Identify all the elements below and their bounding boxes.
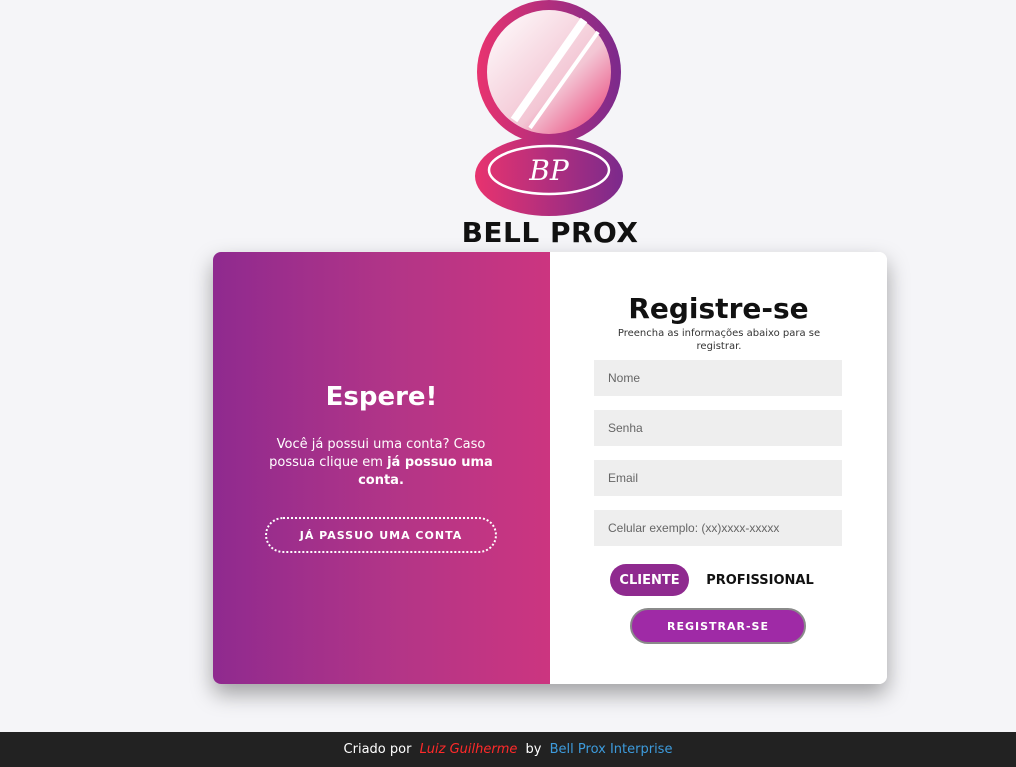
have-account-button[interactable]: JÁ PASSUO UMA CONTA <box>265 517 497 553</box>
footer-company-link[interactable]: Bell Prox Interprise <box>550 742 673 757</box>
email-input[interactable] <box>594 460 842 496</box>
register-button[interactable]: REGISTRAR-SE <box>630 608 806 644</box>
register-form-panel: Registre-se Preencha as informações abai… <box>550 252 887 684</box>
footer-author: Luiz Guilherme <box>419 742 518 757</box>
register-card: Espere! Você já possui uma conta? Caso p… <box>213 252 887 684</box>
password-input[interactable] <box>594 410 842 446</box>
register-title: Registre-se <box>628 292 809 325</box>
brand-logo: BP <box>464 0 634 250</box>
footer-prefix: Criado por <box>343 742 412 757</box>
register-subtitle: Preencha as informações abaixo para se r… <box>617 328 821 352</box>
left-panel-text: Você já possui uma conta? Caso possua cl… <box>261 436 501 490</box>
professional-toggle-button[interactable]: PROFISSIONAL <box>700 564 820 596</box>
footer-by: by <box>525 742 542 757</box>
login-prompt-panel: Espere! Você já possui uma conta? Caso p… <box>213 252 550 684</box>
footer: Criado por Luiz Guilherme by Bell Prox I… <box>0 732 1016 767</box>
brand-name: BELL PROX <box>461 216 639 249</box>
phone-input[interactable] <box>594 510 842 546</box>
name-input[interactable] <box>594 360 842 396</box>
left-panel-title: Espere! <box>325 382 438 412</box>
client-toggle-button[interactable]: CLIENTE <box>610 564 689 596</box>
logo-monogram: BP <box>528 154 570 187</box>
